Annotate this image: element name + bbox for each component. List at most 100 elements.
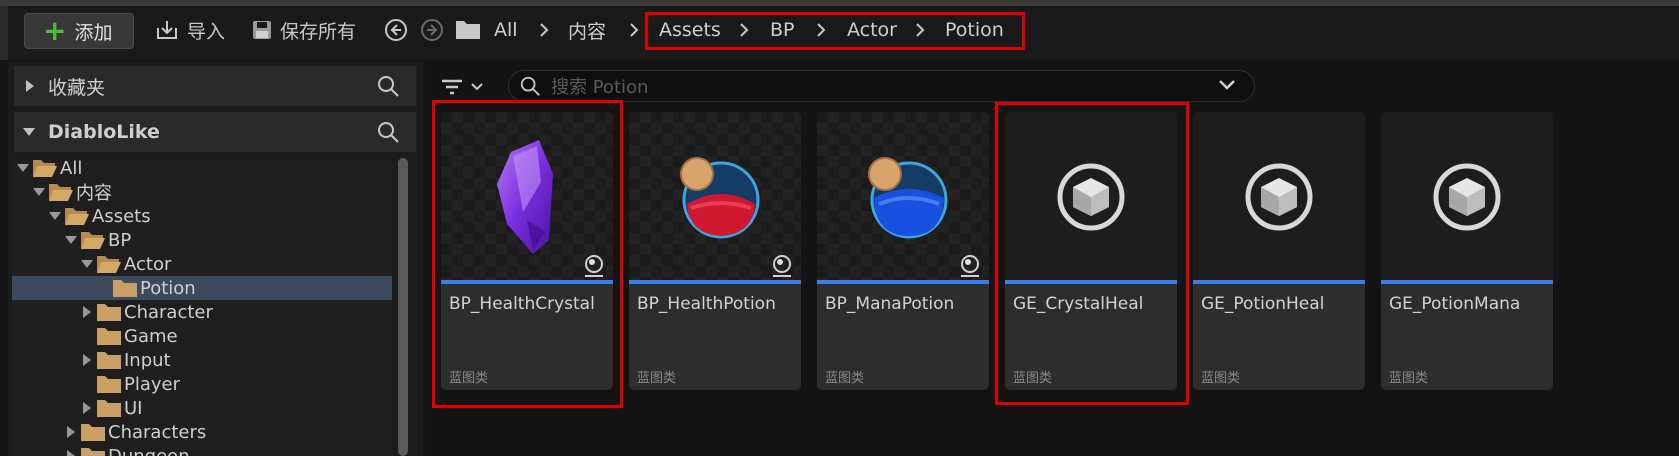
search-icon[interactable] (376, 74, 400, 98)
top-strip (0, 0, 1679, 6)
save-all-button[interactable]: 保存所有 (252, 14, 356, 46)
cube-icon (1245, 163, 1313, 231)
tree-item-label: BP (108, 229, 132, 251)
tree-item[interactable]: All (12, 156, 82, 180)
save-icon (253, 21, 271, 39)
tree-item[interactable]: Assets (12, 204, 151, 228)
tree-item-label: Game (124, 325, 178, 347)
asset-type-bar (1381, 280, 1553, 284)
sphere-preview-icon (773, 255, 791, 277)
project-label: DiabloLike (48, 121, 160, 143)
chevron-down-icon[interactable] (80, 259, 94, 269)
tree-item-label: Characters (108, 421, 207, 443)
asset-type-bar (629, 280, 801, 284)
tree-scrollbar[interactable] (398, 158, 408, 456)
chevron-down-icon[interactable] (32, 187, 46, 197)
chevron-right-icon (630, 23, 639, 37)
asset-card[interactable]: GE_PotionHeal 蓝图类 (1193, 112, 1365, 390)
back-button[interactable] (384, 18, 408, 42)
tree-item[interactable]: BP (12, 228, 131, 252)
favorites-header[interactable]: 收藏夹 (14, 66, 416, 106)
breadcrumb-highlight (645, 12, 1025, 50)
asset-name: BP_ManaPotion (825, 294, 955, 314)
tree-item[interactable]: 内容 (12, 180, 112, 204)
chevron-right-icon (26, 80, 34, 92)
tree-item-label: Assets (92, 205, 151, 227)
project-header[interactable]: DiabloLike (14, 112, 416, 152)
folder-icon (97, 304, 121, 321)
breadcrumb-content[interactable]: 内容 (568, 14, 606, 46)
folder-icon (97, 400, 121, 417)
chevron-right-icon[interactable] (80, 353, 94, 367)
asset-thumbnail (817, 112, 989, 280)
asset-thumbnail (1381, 112, 1553, 280)
asset-type-bar (817, 280, 989, 284)
chevron-down-icon[interactable] (48, 211, 62, 221)
filter-button[interactable] (440, 72, 490, 102)
asset-card[interactable]: BP_ManaPotion 蓝图类 (817, 112, 989, 390)
import-button[interactable]: 导入 (155, 14, 225, 46)
tree-item[interactable]: Dungeon (12, 444, 190, 456)
asset-card[interactable]: GE_PotionMana 蓝图类 (1381, 112, 1553, 390)
sphere-preview-icon (961, 255, 979, 277)
folder-icon (97, 328, 121, 345)
chevron-right-icon[interactable] (64, 425, 78, 439)
tree-item[interactable]: Potion (12, 276, 392, 300)
folder-open-icon (81, 232, 105, 249)
search-bar[interactable]: 搜索 Potion (508, 70, 1255, 102)
chevron-down-icon (23, 128, 35, 136)
chevron-right-icon[interactable] (80, 305, 94, 319)
chevron-down-icon[interactable] (1218, 78, 1236, 92)
import-icon (157, 21, 177, 39)
filter-icon (442, 79, 462, 95)
chevron-down-icon[interactable] (16, 163, 30, 173)
add-button[interactable]: + 添加 (24, 13, 134, 49)
forward-button[interactable] (420, 18, 444, 42)
tree-item[interactable]: Character (12, 300, 213, 324)
tree-item-label: Input (124, 349, 171, 371)
tree-item-label: All (60, 157, 83, 179)
asset-highlight-crystalheal (995, 102, 1189, 405)
chevron-down-icon (471, 83, 483, 91)
import-label: 导入 (187, 20, 226, 43)
tree-item[interactable]: Input (12, 348, 171, 372)
asset-type: 蓝图类 (1201, 371, 1241, 386)
folder-icon (97, 352, 121, 369)
favorites-label: 收藏夹 (48, 76, 106, 99)
cube-icon (1433, 163, 1501, 231)
chevron-right-icon[interactable] (80, 401, 94, 415)
folder-icon (113, 280, 137, 297)
asset-thumbnail (1193, 112, 1365, 280)
chevron-right-icon (540, 23, 549, 37)
asset-type: 蓝图类 (825, 371, 865, 386)
tree-item-label: Actor (124, 253, 172, 275)
search-input[interactable]: 搜索 Potion (551, 73, 648, 99)
tree-item-label: Potion (140, 277, 196, 299)
asset-type: 蓝图类 (1389, 371, 1429, 386)
tree-item-label: Dungeon (108, 445, 190, 456)
asset-card[interactable]: BP_HealthPotion 蓝图类 (629, 112, 801, 390)
asset-name: BP_HealthPotion (637, 294, 776, 314)
folder-open-icon (33, 160, 57, 177)
tree-item[interactable]: Player (12, 372, 180, 396)
tree-item[interactable]: Actor (12, 252, 171, 276)
tree-item[interactable]: Characters (12, 420, 206, 444)
asset-name: GE_PotionMana (1389, 294, 1521, 314)
folder-icon (97, 376, 121, 393)
tree-item[interactable]: Game (12, 324, 178, 348)
folder-open-icon (49, 184, 73, 201)
tree-item-label: Player (124, 373, 181, 395)
asset-thumbnail (629, 112, 801, 280)
asset-name: GE_PotionHeal (1201, 294, 1325, 314)
search-icon[interactable] (376, 120, 400, 144)
save-all-label: 保存所有 (280, 20, 357, 43)
content-browser: + 添加 导入 保存所有 All 内容 Assets BP Actor Poti… (0, 0, 1679, 456)
breadcrumb-all[interactable]: All (494, 14, 518, 46)
tree-item[interactable]: UI (12, 396, 142, 420)
chevron-down-icon[interactable] (64, 235, 78, 245)
chevron-right-icon[interactable] (64, 449, 78, 456)
tree-item-label: UI (124, 397, 143, 419)
asset-type-bar (1193, 280, 1365, 284)
folder-icon (81, 424, 105, 441)
tree-item-label: Character (124, 301, 213, 323)
